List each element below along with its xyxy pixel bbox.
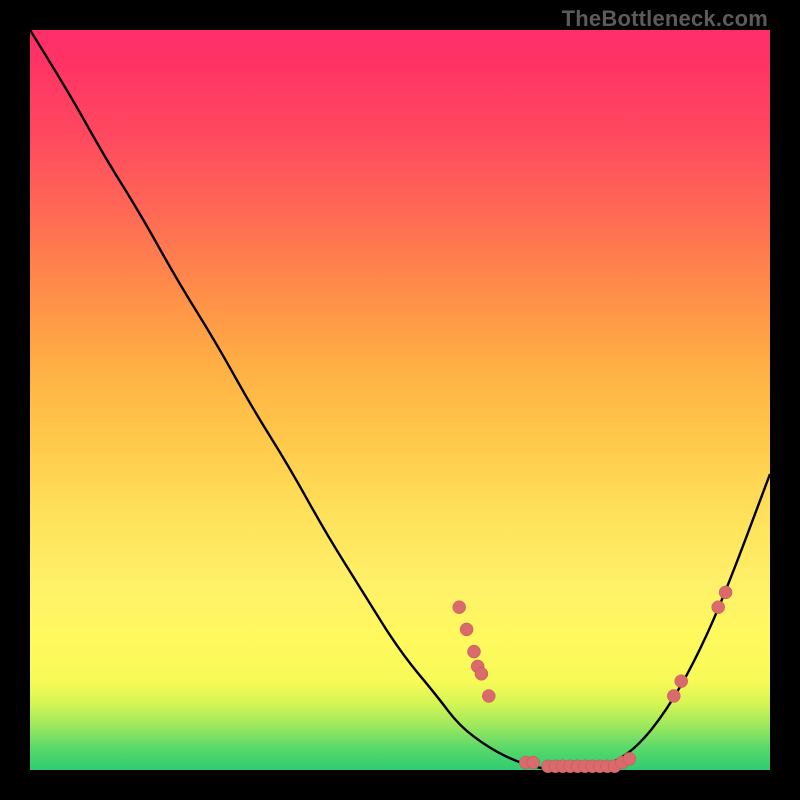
data-marker xyxy=(623,752,636,765)
data-marker xyxy=(460,623,473,636)
chart-frame: TheBottleneck.com xyxy=(0,0,800,800)
chart-overlay xyxy=(30,30,770,770)
data-marker xyxy=(468,645,481,658)
data-marker xyxy=(719,586,732,599)
watermark-label: TheBottleneck.com xyxy=(562,6,768,32)
data-marker xyxy=(475,667,488,680)
marker-group xyxy=(453,586,732,773)
data-marker xyxy=(712,601,725,614)
data-marker xyxy=(453,601,466,614)
data-marker xyxy=(527,756,540,769)
data-marker xyxy=(667,690,680,703)
data-marker xyxy=(675,675,688,688)
data-marker xyxy=(482,690,495,703)
bottleneck-curve xyxy=(30,30,770,770)
